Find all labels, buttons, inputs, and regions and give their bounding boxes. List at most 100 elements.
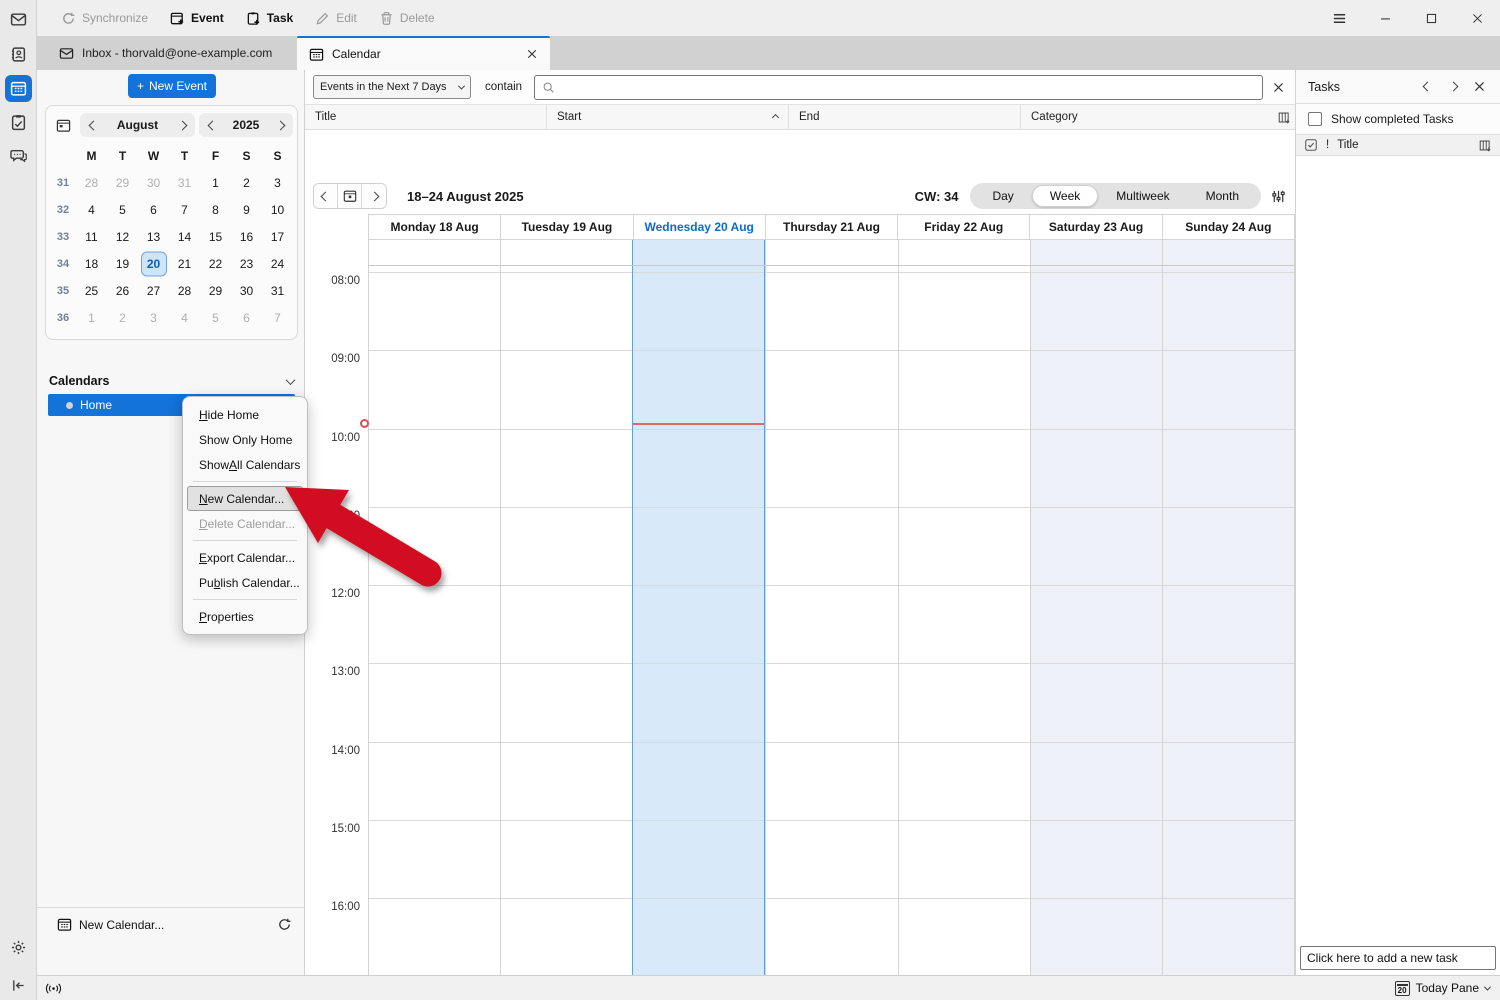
minimonth-day[interactable]: 1 — [200, 176, 231, 190]
minimonth-day[interactable]: 11 — [76, 230, 107, 244]
minimonth-day[interactable]: 7 — [262, 311, 293, 325]
column-header-title[interactable]: Title — [305, 105, 547, 129]
event-filter-dropdown[interactable]: Events in the Next 7 Days — [313, 75, 471, 99]
priority-column-icon[interactable]: ! — [1326, 139, 1329, 151]
all-day-cell[interactable] — [1162, 240, 1295, 265]
minimonth-day[interactable]: 17 — [262, 230, 293, 244]
close-today-pane-icon[interactable] — [1466, 74, 1492, 100]
day-column[interactable] — [368, 266, 500, 975]
minimonth-day[interactable]: 3 — [138, 311, 169, 325]
all-day-cell[interactable] — [632, 240, 765, 265]
completed-column-icon[interactable] — [1304, 138, 1318, 152]
event-search-box[interactable] — [534, 75, 1263, 100]
minimonth-day[interactable]: 6 — [231, 311, 262, 325]
day-column-header[interactable]: Tuesday 19 Aug — [500, 215, 632, 239]
minimonth-day[interactable]: 25 — [76, 284, 107, 298]
minimonth-day[interactable]: 14 — [169, 230, 200, 244]
menu-item-properties[interactable]: Properties — [187, 604, 303, 629]
menu-item-hide-home[interactable]: Hide Home — [187, 402, 303, 427]
day-column[interactable] — [632, 266, 765, 975]
minimonth-day[interactable]: 10 — [262, 203, 293, 217]
next-week-button[interactable] — [362, 184, 386, 208]
minimonth-day[interactable]: 12 — [107, 230, 138, 244]
column-header-end[interactable]: End — [789, 105, 1021, 129]
day-column-header[interactable]: Wednesday 20 Aug — [633, 215, 765, 239]
close-filter-icon[interactable] — [1267, 75, 1289, 99]
minimonth-day[interactable]: 1 — [76, 311, 107, 325]
day-column-header[interactable]: Saturday 23 Aug — [1029, 215, 1161, 239]
tasks-icon[interactable] — [5, 109, 32, 136]
minimonth-day[interactable]: 26 — [107, 284, 138, 298]
minimonth-day[interactable]: 2 — [231, 176, 262, 190]
prev-month-button[interactable] — [80, 122, 106, 129]
minimonth-day[interactable]: 22 — [200, 257, 231, 271]
collapse-icon[interactable] — [5, 972, 32, 999]
column-header-category[interactable]: Category — [1021, 105, 1273, 129]
day-column-header[interactable]: Thursday 21 Aug — [765, 215, 897, 239]
minimonth-day[interactable]: 28 — [169, 284, 200, 298]
minimonth-day[interactable]: 30 — [138, 176, 169, 190]
minimonth-day[interactable]: 6 — [138, 203, 169, 217]
maximize-button[interactable] — [1408, 0, 1454, 36]
menu-item-show-all-calendars[interactable]: Show All Calendars — [187, 452, 303, 477]
day-column[interactable] — [1162, 266, 1295, 975]
view-tab-day[interactable]: Day — [974, 185, 1031, 207]
minimize-button[interactable] — [1362, 0, 1408, 36]
calendar-icon[interactable] — [5, 75, 32, 102]
all-day-cell[interactable] — [765, 240, 897, 265]
tasks-column-picker-icon[interactable] — [1479, 139, 1492, 152]
tab-calendar[interactable]: Calendar — [297, 36, 550, 70]
prev-year-button[interactable] — [199, 122, 225, 129]
minimonth-day[interactable]: 23 — [231, 257, 262, 271]
mail-icon[interactable] — [5, 6, 32, 33]
event-list-results[interactable] — [305, 130, 1295, 178]
add-task-input[interactable]: Click here to add a new task — [1300, 946, 1496, 970]
view-tab-week[interactable]: Week — [1032, 185, 1098, 207]
chat-icon[interactable] — [5, 142, 32, 169]
view-tab-month[interactable]: Month — [1188, 185, 1257, 207]
minimonth-day[interactable]: 3 — [262, 176, 293, 190]
minimonth-day[interactable]: 31 — [169, 176, 200, 190]
new-event-toolbar-button[interactable]: Event — [170, 11, 224, 26]
menu-item-new-calendar[interactable]: New Calendar... — [187, 486, 303, 511]
minimonth-today-icon[interactable] — [50, 113, 76, 137]
menu-item-show-only-home[interactable]: Show Only Home — [187, 427, 303, 452]
previous-week-button[interactable] — [314, 184, 338, 208]
minimonth-day[interactable]: 2 — [107, 311, 138, 325]
minimonth-day[interactable]: 9 — [231, 203, 262, 217]
minimonth-day[interactable]: 4 — [169, 311, 200, 325]
column-picker-icon[interactable] — [1273, 111, 1295, 124]
minimonth-day[interactable]: 8 — [200, 203, 231, 217]
minimonth-day[interactable]: 5 — [107, 203, 138, 217]
minimonth-day[interactable]: 18 — [76, 257, 107, 271]
tasks-title-column[interactable]: Title — [1337, 139, 1471, 151]
minimonth-day[interactable]: 5 — [200, 311, 231, 325]
minimonth-day[interactable]: 27 — [138, 284, 169, 298]
synchronize-calendars-icon[interactable] — [277, 917, 292, 932]
menu-item-export-calendar[interactable]: Export Calendar... — [187, 545, 303, 570]
all-day-cell[interactable] — [898, 240, 1030, 265]
minimonth-day[interactable]: 21 — [169, 257, 200, 271]
minimonth-day[interactable]: 30 — [231, 284, 262, 298]
today-pane-forward-icon[interactable] — [1440, 74, 1466, 100]
day-column-header[interactable]: Monday 18 Aug — [368, 215, 500, 239]
minimonth-day[interactable]: 28 — [76, 176, 107, 190]
minimonth-day[interactable]: 29 — [107, 176, 138, 190]
minimonth-day[interactable]: 15 — [200, 230, 231, 244]
sidebar-new-calendar-row[interactable]: New Calendar... — [37, 907, 304, 941]
view-options-icon[interactable] — [1261, 189, 1295, 204]
day-column[interactable] — [898, 266, 1030, 975]
today-pane-back-icon[interactable] — [1414, 74, 1440, 100]
next-month-button[interactable] — [169, 122, 195, 129]
close-window-button[interactable] — [1454, 0, 1500, 36]
menu-item-publish-calendar[interactable]: Publish Calendar... — [187, 570, 303, 595]
edit-button[interactable]: Edit — [315, 11, 357, 26]
event-search-input[interactable] — [561, 80, 1255, 94]
minimonth-day[interactable]: 24 — [262, 257, 293, 271]
minimonth-day-selected[interactable]: 20 — [138, 257, 169, 271]
close-tab-icon[interactable] — [526, 48, 538, 60]
address-book-icon[interactable] — [5, 41, 32, 68]
calendars-section-header[interactable]: Calendars — [49, 370, 294, 392]
new-event-button[interactable]: + New Event — [128, 74, 216, 98]
all-day-cell[interactable] — [500, 240, 632, 265]
